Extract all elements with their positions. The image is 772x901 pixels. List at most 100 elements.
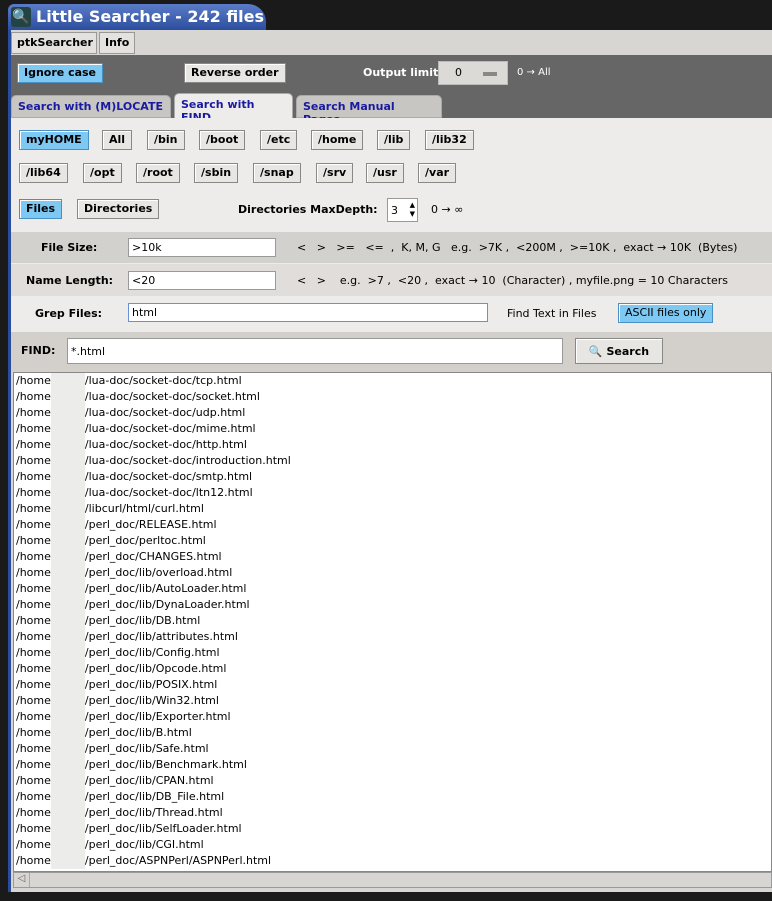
name-length-input[interactable]: <20 xyxy=(128,271,276,290)
title-bar[interactable]: 🔍 Little Searcher - 242 files xyxy=(8,4,266,31)
scroll-left-arrow-icon[interactable]: ◁ xyxy=(14,873,30,887)
dir-button-boot[interactable]: /boot xyxy=(199,130,246,150)
list-item[interactable]: /home/perl_doc/perltoc.html xyxy=(14,533,771,549)
list-item[interactable]: /home/perl_doc/lib/CGI.html xyxy=(14,837,771,853)
list-item[interactable]: /home/perl_doc/lib/POSIX.html xyxy=(14,677,771,693)
ignore-case-toggle[interactable]: Ignore case xyxy=(17,63,104,83)
redacted-segment xyxy=(50,693,85,709)
path-prefix: /home xyxy=(16,678,51,691)
list-item[interactable]: /home/perl_doc/CHANGES.html xyxy=(14,549,771,565)
list-item[interactable]: /home/lua-doc/socket-doc/ltn12.html xyxy=(14,485,771,501)
redacted-segment xyxy=(50,421,85,437)
path-rest: /perl_doc/lib/DB_File.html xyxy=(84,790,225,803)
files-toggle[interactable]: Files xyxy=(19,199,63,219)
maxdepth-value: 3 xyxy=(391,204,398,217)
dir-button-myhome[interactable]: myHOME xyxy=(19,130,89,150)
dir-button-srv[interactable]: /srv xyxy=(316,163,354,183)
redacted-segment xyxy=(50,677,85,693)
path-prefix: /home xyxy=(16,838,51,851)
directories-toggle[interactable]: Directories xyxy=(77,199,160,219)
list-item[interactable]: /home/lua-doc/socket-doc/udp.html xyxy=(14,405,771,421)
path-prefix: /home xyxy=(16,710,51,723)
grep-input[interactable]: html xyxy=(128,303,488,322)
dir-button-lib32[interactable]: /lib32 xyxy=(425,130,474,150)
find-row: FIND: *.html 🔍 Search xyxy=(11,332,772,372)
dir-button-lib64[interactable]: /lib64 xyxy=(19,163,68,183)
spin-arrows-icon[interactable]: ▲ ▼ xyxy=(410,201,415,219)
list-item[interactable]: /home/lua-doc/socket-doc/mime.html xyxy=(14,421,771,437)
list-item[interactable]: /home/perl_doc/lib/Thread.html xyxy=(14,805,771,821)
list-item[interactable]: /home/perl_doc/lib/DB.html xyxy=(14,613,771,629)
path-prefix: /home xyxy=(16,470,51,483)
list-item[interactable]: /home/perl_doc/lib/Safe.html xyxy=(14,741,771,757)
path-prefix: /home xyxy=(16,694,51,707)
dir-button-var[interactable]: /var xyxy=(418,163,457,183)
list-item[interactable]: /home/perl_doc/lib/DynaLoader.html xyxy=(14,597,771,613)
list-item[interactable]: /home/lua-doc/socket-doc/http.html xyxy=(14,437,771,453)
redacted-segment xyxy=(50,389,85,405)
dir-button-all[interactable]: All xyxy=(102,130,133,150)
path-prefix: /home xyxy=(16,598,51,611)
path-prefix: /home xyxy=(16,758,51,771)
find-input[interactable]: *.html xyxy=(67,338,563,364)
list-item[interactable]: /home/perl_doc/lib/Opcode.html xyxy=(14,661,771,677)
list-item[interactable]: /home/perl_doc/lib/SelfLoader.html xyxy=(14,821,771,837)
reverse-order-toggle[interactable]: Reverse order xyxy=(184,63,286,83)
dir-button-snap[interactable]: /snap xyxy=(253,163,301,183)
redacted-segment xyxy=(50,405,85,421)
path-prefix: /home xyxy=(16,774,51,787)
list-item[interactable]: /home/perl_doc/lib/Benchmark.html xyxy=(14,757,771,773)
list-item[interactable]: /home/libcurl/html/curl.html xyxy=(14,501,771,517)
list-item[interactable]: /home/perl_doc/lib/attributes.html xyxy=(14,629,771,645)
dir-button-root[interactable]: /root xyxy=(136,163,180,183)
dir-button-home[interactable]: /home xyxy=(311,130,364,150)
redacted-segment xyxy=(50,549,85,565)
search-button[interactable]: 🔍 Search xyxy=(575,338,663,364)
path-rest: /perl_doc/lib/Exporter.html xyxy=(84,710,231,723)
menu-ptksearcher[interactable]: ptkSearcher xyxy=(11,32,97,54)
maxdepth-spinbox[interactable]: 3 ▲ ▼ xyxy=(387,198,418,222)
path-prefix: /home xyxy=(16,742,51,755)
dir-button-lib[interactable]: /lib xyxy=(377,130,411,150)
list-item[interactable]: /home/perl_doc/lib/Exporter.html xyxy=(14,709,771,725)
path-rest: /perl_doc/lib/Win32.html xyxy=(84,694,219,707)
path-prefix: /home xyxy=(16,438,51,451)
dir-button-sbin[interactable]: /sbin xyxy=(194,163,239,183)
results-list[interactable]: /home/lua-doc/socket-doc/tcp.html/home/l… xyxy=(13,372,772,872)
list-item[interactable]: /home/perl_doc/lib/Config.html xyxy=(14,645,771,661)
dir-button-etc[interactable]: /etc xyxy=(260,130,298,150)
list-item[interactable]: /home/lua-doc/socket-doc/socket.html xyxy=(14,389,771,405)
tab-manual-pages[interactable]: Search Manual Pages xyxy=(296,95,442,126)
list-item[interactable]: /home/perl_doc/lib/CPAN.html xyxy=(14,773,771,789)
dir-button-bin[interactable]: /bin xyxy=(147,130,185,150)
list-item[interactable]: /home/lua-doc/socket-doc/introduction.ht… xyxy=(14,453,771,469)
redacted-segment xyxy=(50,805,85,821)
list-item[interactable]: /home/lua-doc/socket-doc/tcp.html xyxy=(14,373,771,389)
path-rest: /lua-doc/socket-doc/tcp.html xyxy=(84,374,242,387)
file-size-input[interactable]: >10k xyxy=(128,238,276,257)
redacted-segment xyxy=(50,709,85,725)
path-rest: /perl_doc/lib/CGI.html xyxy=(84,838,204,851)
list-item[interactable]: /home/lua-doc/socket-doc/smtp.html xyxy=(14,469,771,485)
dir-button-opt[interactable]: /opt xyxy=(83,163,122,183)
path-rest: /perl_doc/lib/Config.html xyxy=(84,646,220,659)
redacted-segment xyxy=(50,437,85,453)
dir-button-usr[interactable]: /usr xyxy=(366,163,404,183)
list-item[interactable]: /home/perl_doc/ASPNPerl/ASPNPerl.html xyxy=(14,853,771,869)
tab-find[interactable]: Search with FIND xyxy=(174,93,293,124)
ascii-only-toggle[interactable]: ASCII files only xyxy=(618,303,714,323)
list-item[interactable]: /home/perl_doc/lib/overload.html xyxy=(14,565,771,581)
horizontal-scrollbar[interactable]: ◁ xyxy=(13,872,772,888)
list-item[interactable]: /home/perl_doc/lib/B.html xyxy=(14,725,771,741)
list-item[interactable]: /home/perl_doc/lib/AutoLoader.html xyxy=(14,581,771,597)
maxdepth-hint: 0 → ∞ xyxy=(431,203,464,216)
menu-info[interactable]: Info xyxy=(99,32,135,54)
output-limit-select[interactable]: 0 xyxy=(438,61,508,85)
path-prefix: /home xyxy=(16,422,51,435)
redacted-segment xyxy=(50,597,85,613)
tab-mlocate[interactable]: Search with (M)LOCATE xyxy=(11,95,171,118)
list-item[interactable]: /home/perl_doc/lib/Win32.html xyxy=(14,693,771,709)
path-rest: /lua-doc/socket-doc/mime.html xyxy=(84,422,256,435)
list-item[interactable]: /home/perl_doc/RELEASE.html xyxy=(14,517,771,533)
list-item[interactable]: /home/perl_doc/lib/DB_File.html xyxy=(14,789,771,805)
